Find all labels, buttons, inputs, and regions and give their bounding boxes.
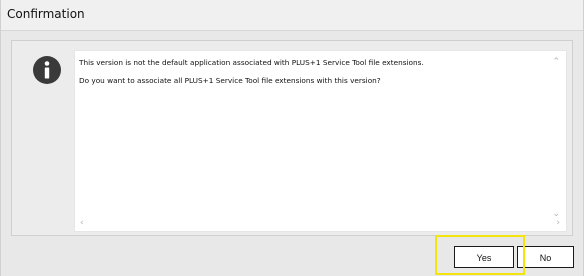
confirmation-dialog: Confirmation This version is not the def… [0, 0, 584, 276]
window-title: Confirmation [7, 7, 85, 21]
chevron-up-icon[interactable]: ⌃ [552, 57, 560, 67]
title-bar[interactable]: Confirmation [1, 0, 583, 31]
chevron-right-icon[interactable]: › [556, 218, 560, 228]
message-line-1: This version is not the default applicat… [79, 58, 424, 67]
yes-button[interactable]: Yes [454, 246, 514, 268]
message-line-2: Do you want to associate all PLUS+1 Serv… [79, 76, 381, 85]
no-button[interactable]: No [517, 246, 574, 268]
message-textbox[interactable]: This version is not the default applicat… [74, 50, 567, 232]
info-icon [32, 55, 62, 85]
chevron-left-icon[interactable]: ‹ [80, 218, 84, 228]
